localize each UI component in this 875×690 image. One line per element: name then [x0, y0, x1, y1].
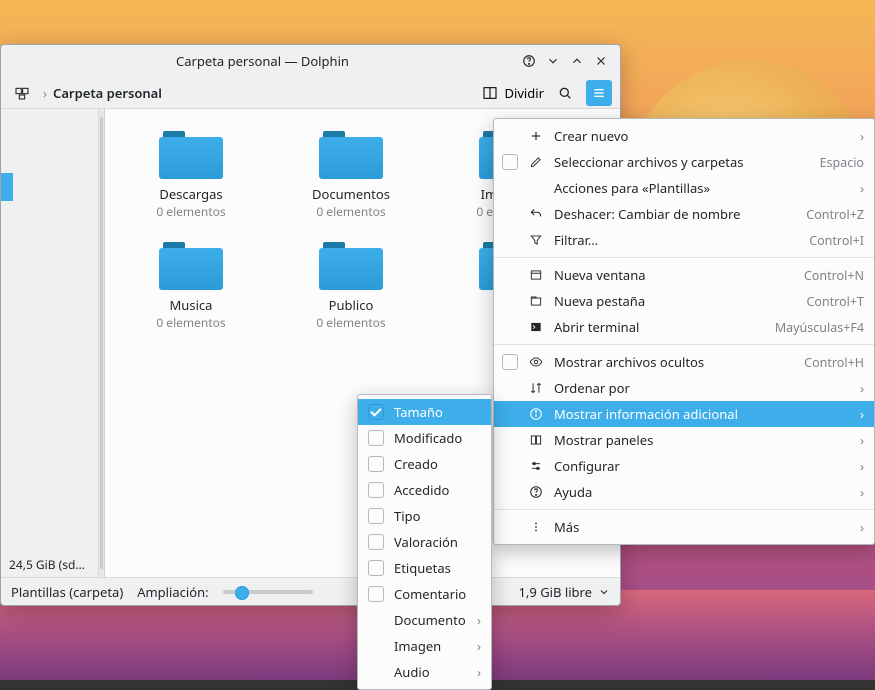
status-path: Plantillas (carpeta) [11, 583, 123, 601]
filter-icon [528, 232, 544, 248]
submenu-comment[interactable]: Comentario [358, 581, 491, 607]
checkbox[interactable] [368, 534, 384, 550]
checkbox[interactable] [368, 560, 384, 576]
menu-show-additional-info[interactable]: Mostrar información adicional› [494, 401, 874, 427]
chevron-right-icon: › [43, 84, 47, 102]
free-space[interactable]: 1,9 GiB libre [518, 583, 610, 601]
menu-show-panels[interactable]: Mostrar paneles› [494, 427, 874, 453]
menu-show-hidden[interactable]: Mostrar archivos ocultosControl+H [494, 349, 874, 375]
configure-icon [528, 458, 544, 474]
submenu-image[interactable]: Imagen› [358, 633, 491, 659]
help-button[interactable] [518, 50, 540, 72]
info-icon [528, 406, 544, 422]
menu-new-window[interactable]: Nueva ventanaControl+N [494, 262, 874, 288]
search-button[interactable] [552, 80, 578, 106]
checkbox[interactable] [368, 482, 384, 498]
folder-icon [159, 129, 223, 179]
hamburger-menu-button[interactable] [586, 80, 612, 106]
submenu-size[interactable]: Tamaño [358, 399, 491, 425]
plus-icon [528, 128, 544, 144]
folder-icon [319, 240, 383, 290]
checkbox[interactable] [502, 354, 518, 370]
folder-icon [319, 129, 383, 179]
sidebar-selection-indicator [1, 173, 13, 201]
terminal-icon [528, 319, 544, 335]
disk-usage-label[interactable]: 24,5 GiB (sd… [1, 552, 98, 577]
submenu-accessed[interactable]: Accedido [358, 477, 491, 503]
folder-icon [159, 240, 223, 290]
zoom-slider[interactable] [223, 590, 313, 594]
menu-open-terminal[interactable]: Abrir terminalMayúsculas+F4 [494, 314, 874, 340]
menu-create-new[interactable]: Crear nuevo› [494, 123, 874, 149]
window-title: Carpeta personal — Dolphin [9, 52, 516, 70]
menu-new-tab[interactable]: Nueva pestañaControl+T [494, 288, 874, 314]
statusbar: Plantillas (carpeta) Ampliación: 1,9 GiB… [1, 577, 620, 605]
submenu-type[interactable]: Tipo [358, 503, 491, 529]
menu-undo[interactable]: Deshacer: Cambiar de nombreControl+Z [494, 201, 874, 227]
menu-more[interactable]: Más› [494, 514, 874, 540]
menu-actions-for[interactable]: Acciones para «Plantillas»› [494, 175, 874, 201]
chevron-down-icon [598, 586, 610, 598]
split-label: Dividir [504, 84, 544, 102]
checkbox[interactable] [368, 586, 384, 602]
checkbox[interactable] [368, 456, 384, 472]
split-view-button[interactable]: Dividir [482, 84, 544, 102]
menu-filter[interactable]: Filtrar…Control+I [494, 227, 874, 253]
folder-item[interactable]: Documentos0 elementos [271, 119, 431, 230]
panel-toggle-icon[interactable] [9, 80, 35, 106]
menu-sort-by[interactable]: Ordenar por› [494, 375, 874, 401]
zoom-label: Ampliación: [137, 583, 208, 601]
undo-icon [528, 206, 544, 222]
help-icon [528, 484, 544, 500]
tab-icon [528, 293, 544, 309]
submenu-rating[interactable]: Valoración [358, 529, 491, 555]
additional-info-submenu: Tamaño Modificado Creado Accedido Tipo V… [357, 394, 492, 690]
menu-configure[interactable]: Configurar› [494, 453, 874, 479]
more-icon [528, 519, 544, 535]
titlebar[interactable]: Carpeta personal — Dolphin [1, 45, 620, 77]
pencil-icon [528, 154, 544, 170]
places-sidebar[interactable]: 24,5 GiB (sd… [1, 109, 99, 577]
submenu-tags[interactable]: Etiquetas [358, 555, 491, 581]
submenu-document[interactable]: Documento› [358, 607, 491, 633]
folder-item[interactable]: Descargas0 elementos [111, 119, 271, 230]
folder-item[interactable]: Musica0 elementos [111, 230, 271, 341]
window-icon [528, 267, 544, 283]
submenu-modified[interactable]: Modificado [358, 425, 491, 451]
checkbox[interactable] [502, 154, 518, 170]
folder-item[interactable]: Publico0 elementos [271, 230, 431, 341]
menu-help[interactable]: Ayuda› [494, 479, 874, 505]
breadcrumb-current[interactable]: Carpeta personal [53, 84, 162, 102]
menu-select-files[interactable]: Seleccionar archivos y carpetasEspacio [494, 149, 874, 175]
maximize-button[interactable] [566, 50, 588, 72]
submenu-audio[interactable]: Audio› [358, 659, 491, 685]
close-button[interactable] [590, 50, 612, 72]
checkbox-checked[interactable] [368, 404, 384, 420]
breadcrumb[interactable]: › Carpeta personal [43, 84, 474, 102]
submenu-created[interactable]: Creado [358, 451, 491, 477]
eye-icon [528, 354, 544, 370]
checkbox[interactable] [368, 508, 384, 524]
toolbar: › Carpeta personal Dividir [1, 77, 620, 109]
minimize-button[interactable] [542, 50, 564, 72]
checkbox[interactable] [368, 430, 384, 446]
sort-icon [528, 380, 544, 396]
panels-icon [528, 432, 544, 448]
hamburger-menu: Crear nuevo› Seleccionar archivos y carp… [493, 118, 875, 545]
